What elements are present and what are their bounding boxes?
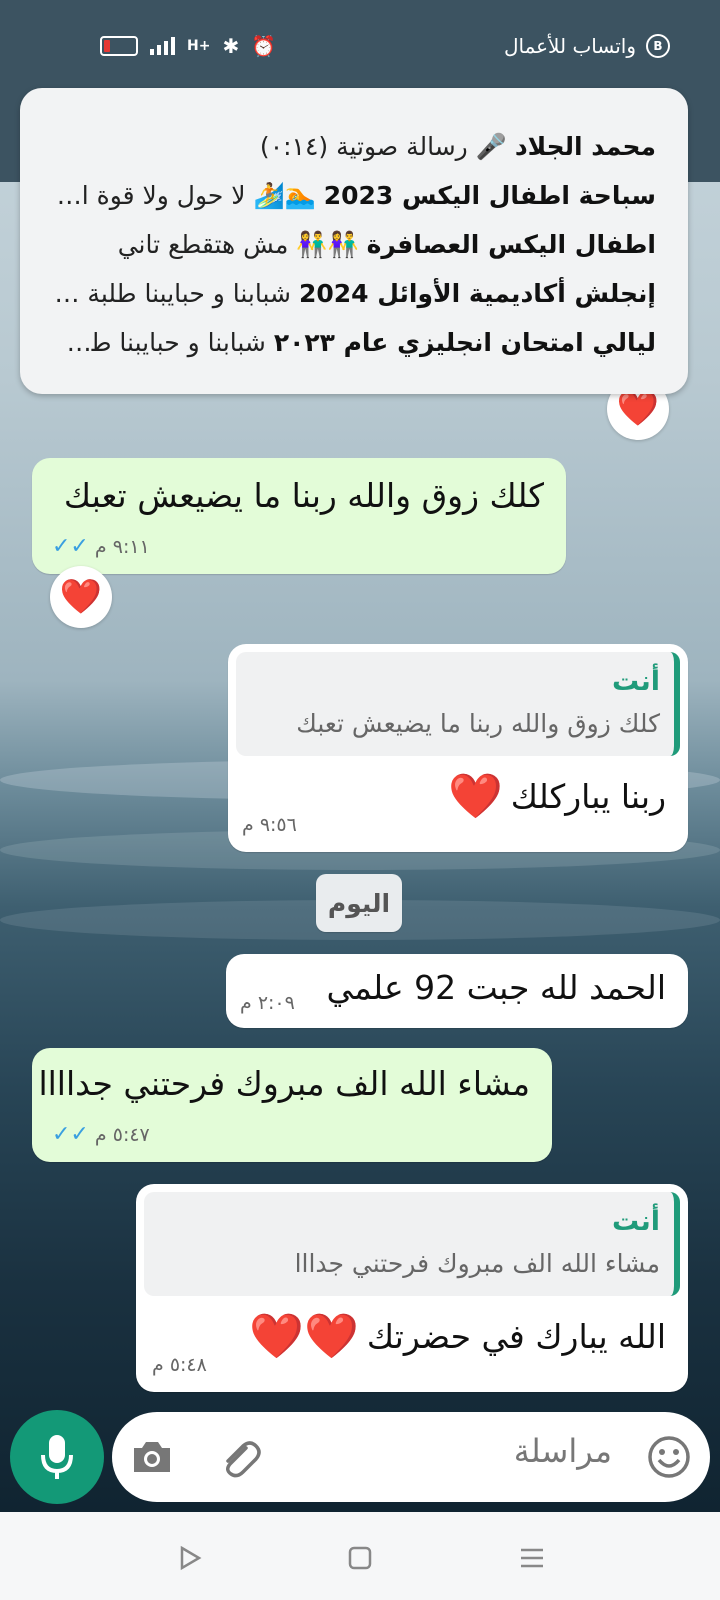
heart-emoji: ❤️❤️ <box>249 1311 359 1362</box>
home-square-icon <box>348 1546 372 1570</box>
message-time: ٩:٥٦ م <box>242 814 297 836</box>
mic-icon <box>41 1435 73 1479</box>
notification-line: محمد الجلاد 🎤 رسالة صوتية (٠:١٤) <box>259 132 656 161</box>
home-button[interactable] <box>342 1540 378 1576</box>
quote-text: كلك زوق والله ربنا ما يضيعش تعبك <box>296 709 660 738</box>
message-text: مشاء الله الف مبروك فرحتني جداااا <box>38 1064 530 1103</box>
alarm-icon: ⏰ <box>251 34 277 58</box>
quote-author: أنت <box>612 1206 660 1237</box>
message-input[interactable]: مراسلة <box>514 1432 612 1470</box>
incoming-message[interactable]: أنت كلك زوق والله ربنا ما يضيعش تعبك ربن… <box>228 644 688 852</box>
read-ticks-icon: ✓✓ <box>52 534 99 559</box>
message-text: الله يبارك في حضرتك ❤️❤️ <box>249 1311 666 1362</box>
message-text: الحمد لله جبت 92 علمي <box>326 968 666 1007</box>
message-text: ربنا يباركلك ❤️ <box>448 771 666 822</box>
system-navigation-bar <box>0 1512 720 1600</box>
status-bar-right: B واتساب للأعمال <box>504 30 670 62</box>
quoted-message[interactable]: أنت مشاء الله الف مبروك فرحتني جدااا <box>144 1192 680 1296</box>
notification-popup[interactable]: محمد الجلاد 🎤 رسالة صوتية (٠:١٤) سباحة ا… <box>20 88 688 394</box>
back-button[interactable] <box>172 1540 208 1576</box>
message-time: ٥:٤٨ م <box>152 1354 207 1376</box>
menu-icon <box>521 1548 543 1568</box>
network-type: H+ <box>187 38 211 54</box>
app-label: واتساب للأعمال <box>503 34 636 58</box>
bluetooth-icon: ✱ <box>222 34 240 58</box>
back-triangle-icon <box>180 1545 202 1571</box>
quote-author: أنت <box>612 666 660 697</box>
camera-button[interactable] <box>130 1436 174 1480</box>
message-reaction[interactable]: ❤️ <box>50 566 112 628</box>
message-composer[interactable]: مراسلة <box>112 1412 710 1502</box>
voice-record-button[interactable] <box>10 1410 104 1504</box>
emoji-button[interactable] <box>646 1434 692 1484</box>
business-badge-icon: B <box>646 34 670 58</box>
recents-button[interactable] <box>514 1540 550 1576</box>
incoming-message[interactable]: الحمد لله جبت 92 علمي ٢:٠٩ م <box>226 954 688 1028</box>
outgoing-message[interactable]: مشاء الله الف مبروك فرحتني جداااا ٥:٤٧ م… <box>32 1048 552 1162</box>
message-time: ٥:٤٧ م ✓✓ <box>52 1122 150 1147</box>
outgoing-message[interactable]: كلك زوق والله ربنا ما يضيعش تعبك ٩:١١ م … <box>32 458 566 574</box>
notification-line: سباحة اطفال اليكس 2023 🏊🏄 لا حول ولا قوة… <box>52 181 656 210</box>
incoming-message[interactable]: أنت مشاء الله الف مبروك فرحتني جدااا الل… <box>136 1184 688 1392</box>
heart-emoji: ❤️ <box>448 771 503 822</box>
status-bar-left: H+ ✱ ⏰ <box>100 30 276 62</box>
emoji-icon <box>648 1436 690 1478</box>
signal-icon <box>150 37 175 55</box>
battery-icon <box>100 36 138 56</box>
message-time: ٩:١١ م ✓✓ <box>52 534 150 559</box>
date-divider: اليوم <box>316 874 402 932</box>
read-ticks-icon: ✓✓ <box>52 1122 99 1147</box>
quoted-message[interactable]: أنت كلك زوق والله ربنا ما يضيعش تعبك <box>236 652 680 756</box>
message-text: كلك زوق والله ربنا ما يضيعش تعبك <box>63 476 544 515</box>
quote-text: مشاء الله الف مبروك فرحتني جدااا <box>294 1249 660 1278</box>
notification-line: إنجلش أكاديمية الأوائل 2024 شبابنا و حبا… <box>52 279 656 308</box>
message-time: ٢:٠٩ م <box>240 992 295 1014</box>
camera-icon <box>134 1442 170 1472</box>
attachment-icon <box>226 1441 261 1478</box>
attachment-button[interactable] <box>216 1434 262 1484</box>
notification-line: ليالي امتحان انجليزي عام ٢٠٢٣ شبابنا و ح… <box>56 328 656 357</box>
notification-line: اطفال اليكس العصافرة 👫👫 مش هتقطع تاني <box>117 230 656 259</box>
